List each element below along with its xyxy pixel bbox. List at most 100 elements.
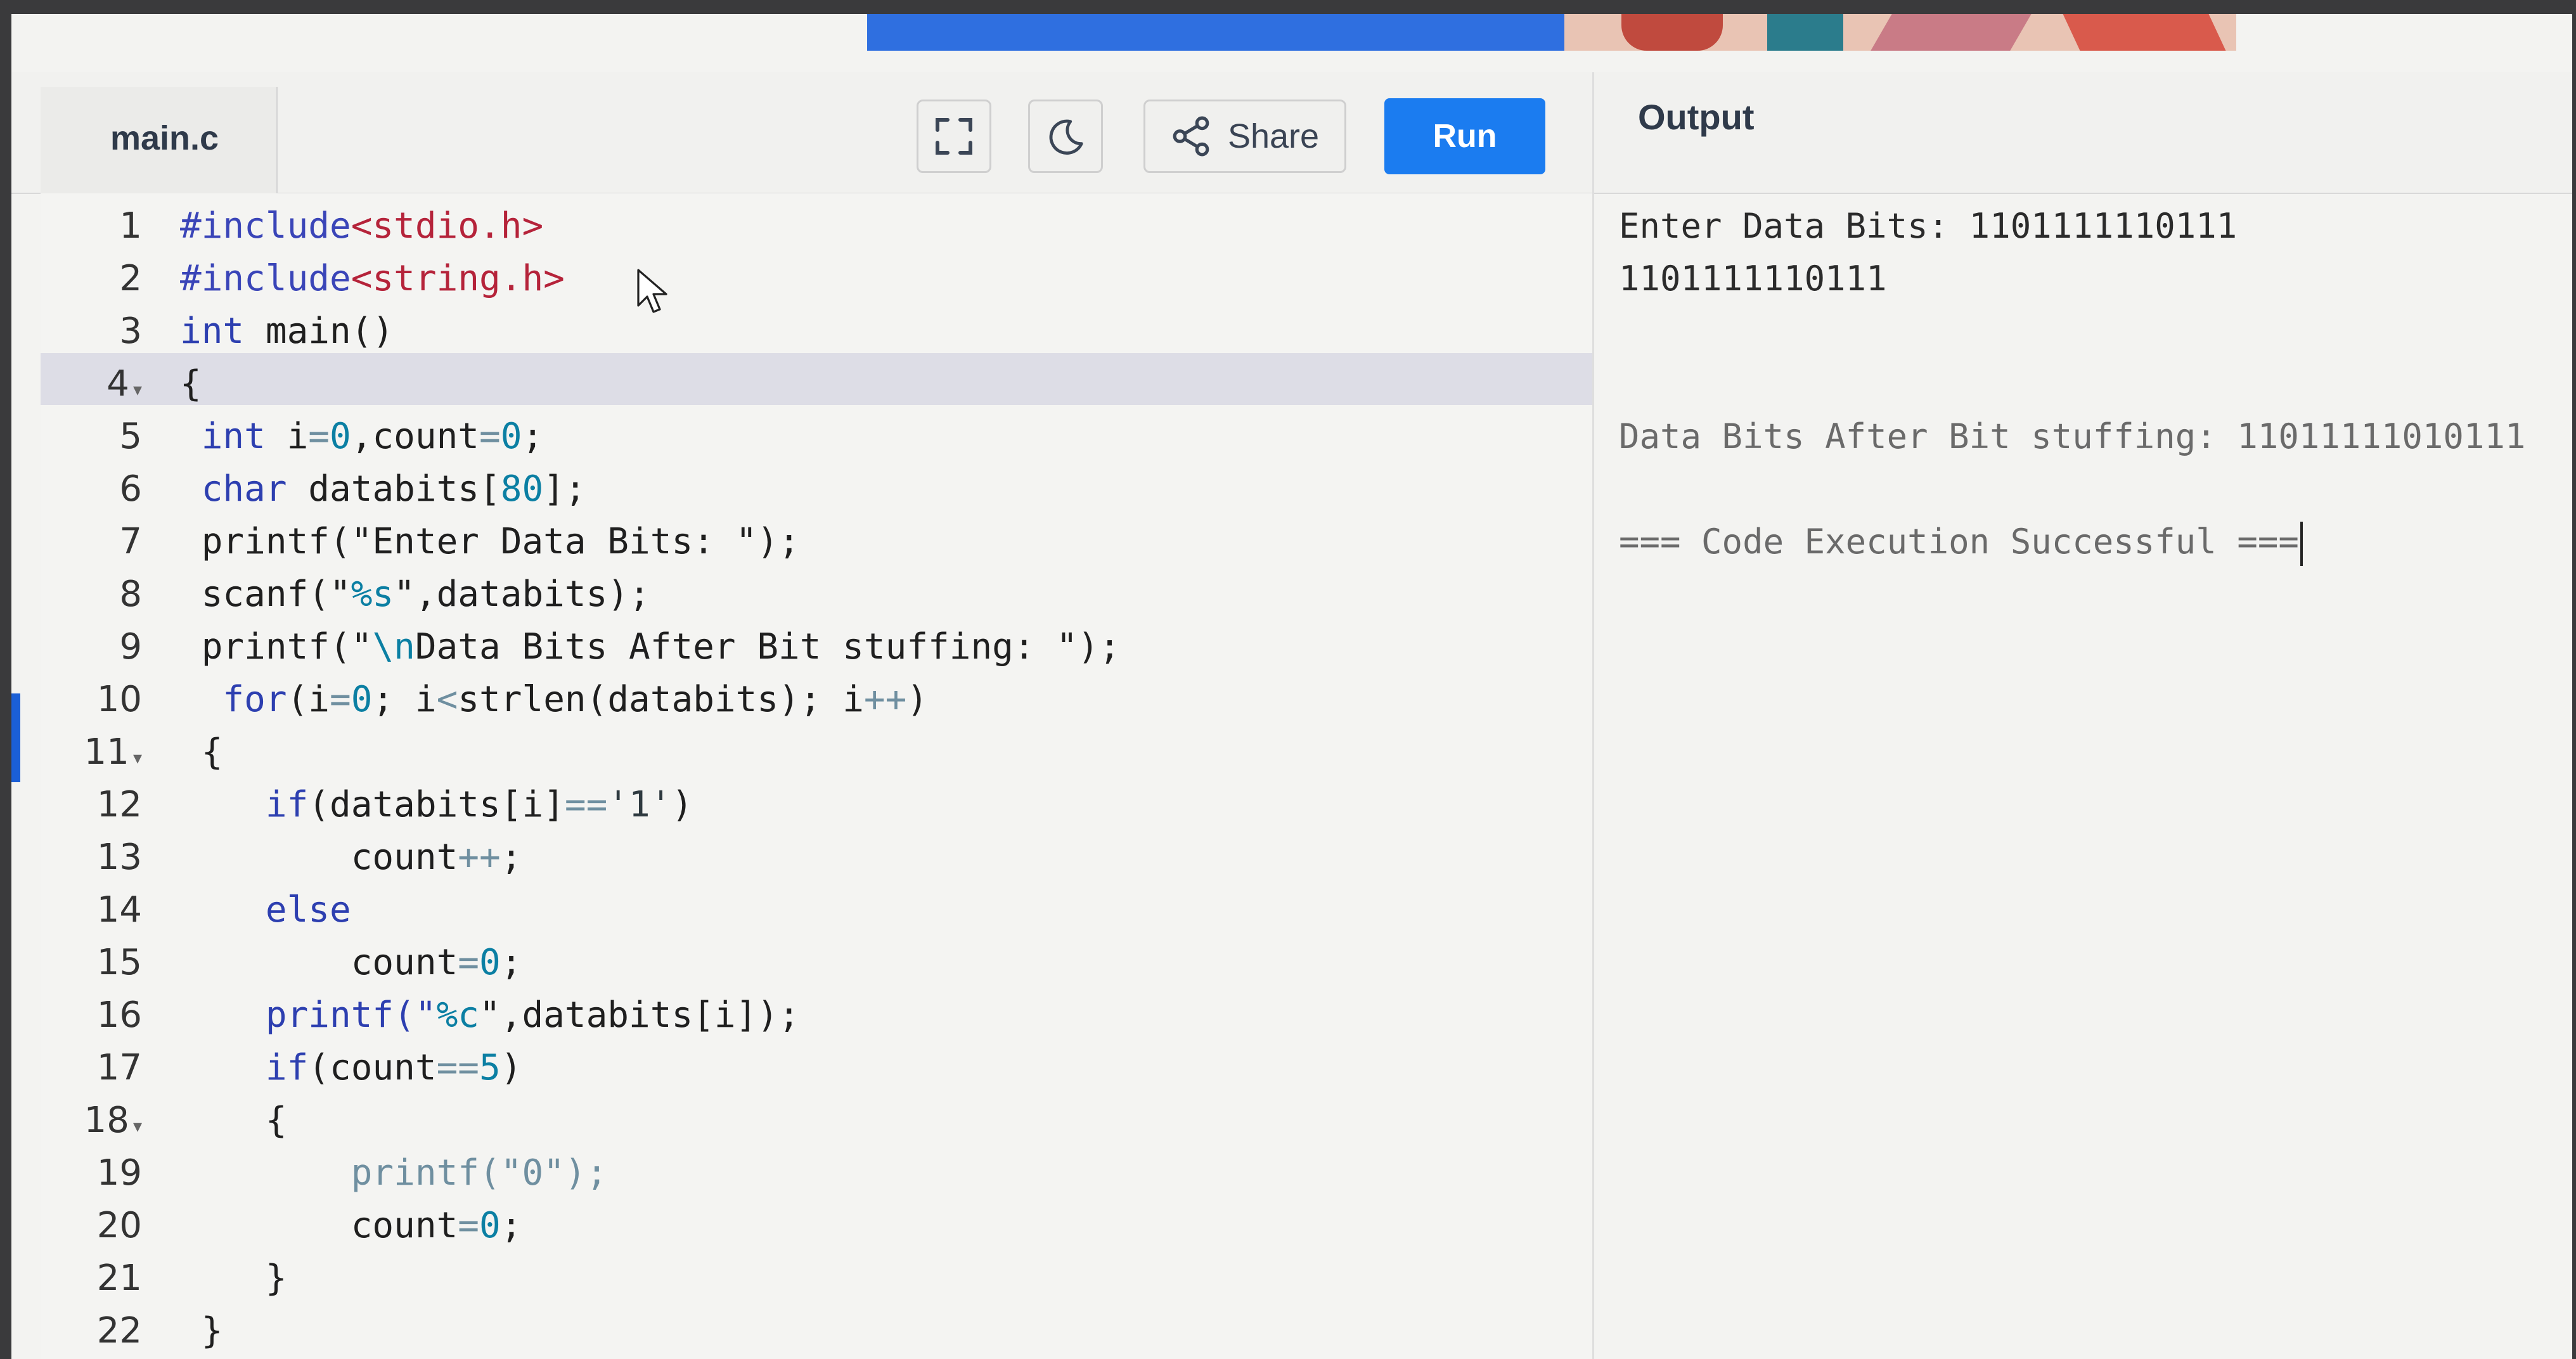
code-token: = bbox=[330, 679, 351, 720]
line-number-text: 4 bbox=[106, 363, 129, 404]
code-token: 0 bbox=[351, 679, 373, 720]
code-line[interactable]: printf("Enter Data Bits: "); bbox=[180, 515, 800, 568]
code-token: { bbox=[180, 1100, 287, 1141]
output-line: Enter Data Bits: 1101111110111 bbox=[1619, 206, 2238, 246]
output-line: 1101111110111 bbox=[1619, 259, 1887, 299]
code-line[interactable]: #include<string.h> bbox=[180, 252, 565, 305]
scroll-marker bbox=[11, 693, 20, 782]
line-number-text: 10 bbox=[96, 679, 142, 720]
code-token: for bbox=[180, 679, 287, 720]
line-number-text: 9 bbox=[119, 626, 142, 667]
code-token: ; bbox=[500, 837, 522, 878]
code-line[interactable]: printf("0"); bbox=[180, 1147, 608, 1199]
code-token: (databits[i] bbox=[308, 784, 565, 825]
line-number: 9 bbox=[41, 621, 142, 673]
line-number-text: 6 bbox=[119, 468, 142, 510]
code-line[interactable]: int i=0,count=0; bbox=[180, 410, 543, 463]
line-number: 21 bbox=[41, 1252, 142, 1304]
code-token: printf(" bbox=[180, 626, 373, 667]
code-token: if bbox=[180, 1047, 309, 1088]
fold-arrow-icon[interactable]: ▾ bbox=[133, 1116, 142, 1137]
code-line[interactable]: { bbox=[180, 1094, 287, 1147]
code-line[interactable]: count=0; bbox=[180, 1199, 522, 1252]
line-number: 7 bbox=[41, 515, 142, 568]
fold-arrow-icon[interactable]: ▾ bbox=[133, 747, 142, 768]
line-number: 2 bbox=[41, 252, 142, 305]
line-number-text: 22 bbox=[96, 1310, 142, 1351]
code-line[interactable]: for(i=0; i<strlen(databits); i++) bbox=[180, 673, 928, 726]
code-editor[interactable]: 1 2 3 4 ▾ 5 6 7 8 9 10 11 ▾ 12 13 14 15 16 17 18 ▾ 19 20 21 22 #… bbox=[41, 193, 1592, 1359]
line-number-text: 13 bbox=[96, 837, 142, 878]
banner-shape bbox=[1871, 14, 2032, 51]
theme-toggle-button[interactable] bbox=[1028, 100, 1103, 173]
banner-shape bbox=[2063, 14, 2226, 51]
code-token: { bbox=[180, 731, 223, 773]
line-number-text: 19 bbox=[96, 1152, 142, 1194]
code-token: scanf(" bbox=[180, 574, 351, 615]
code-line[interactable]: if(count==5) bbox=[180, 1041, 522, 1094]
code-line[interactable]: { bbox=[180, 726, 223, 778]
code-line[interactable]: else bbox=[180, 884, 351, 936]
ad-banner[interactable] bbox=[867, 14, 2236, 51]
code-line[interactable]: printf("\nData Bits After Bit stuffing: … bbox=[180, 621, 1121, 673]
fullscreen-button[interactable] bbox=[917, 100, 991, 173]
code-token: ",databits[i]); bbox=[479, 995, 800, 1036]
code-token: == bbox=[436, 1047, 480, 1088]
line-number: 1 bbox=[41, 200, 142, 252]
code-token: ) bbox=[671, 784, 693, 825]
line-number-text: 17 bbox=[96, 1047, 142, 1088]
code-line[interactable]: #include<stdio.h> bbox=[180, 200, 543, 252]
code-token: count bbox=[180, 1205, 458, 1246]
line-number-text: 20 bbox=[96, 1205, 142, 1246]
code-token: ) bbox=[500, 1047, 522, 1088]
file-tab-label: main.c bbox=[110, 119, 219, 157]
code-token: 0 bbox=[500, 416, 522, 457]
code-line[interactable]: scanf("%s",databits); bbox=[180, 568, 650, 621]
code-line[interactable]: count++; bbox=[180, 831, 522, 884]
line-number: 10 bbox=[41, 673, 142, 726]
code-token: { bbox=[180, 363, 202, 404]
line-number: 19 bbox=[41, 1147, 142, 1199]
pane-divider[interactable] bbox=[1592, 72, 1594, 1359]
code-line[interactable]: char databits[80]; bbox=[180, 463, 586, 515]
code-token: = bbox=[458, 942, 480, 983]
code-line[interactable]: count=0; bbox=[180, 936, 522, 989]
banner-shape bbox=[1621, 14, 1723, 51]
code-line[interactable]: printf("%c",databits[i]); bbox=[180, 989, 800, 1041]
line-number: 6 bbox=[41, 463, 142, 515]
code-line[interactable]: } bbox=[180, 1252, 287, 1304]
code-line[interactable]: { bbox=[180, 357, 202, 410]
output-title: Output bbox=[1638, 97, 1755, 137]
code-token: i bbox=[265, 416, 309, 457]
line-number: 12 bbox=[41, 778, 142, 831]
run-button[interactable]: Run bbox=[1384, 98, 1545, 174]
code-token: %s bbox=[351, 574, 394, 615]
line-number: 13 bbox=[41, 831, 142, 884]
code-token: = bbox=[308, 416, 330, 457]
code-token: ,count bbox=[351, 416, 480, 457]
line-number-text: 1 bbox=[119, 205, 142, 247]
code-token: == bbox=[564, 784, 608, 825]
line-number-text: 18 bbox=[84, 1100, 129, 1141]
code-token: int bbox=[180, 416, 266, 457]
mouse-pointer-icon bbox=[637, 269, 667, 313]
code-token: \n bbox=[372, 626, 415, 667]
line-number-text: 21 bbox=[96, 1258, 142, 1299]
code-line[interactable]: int main() bbox=[180, 305, 394, 357]
code-token: printf(" bbox=[180, 995, 437, 1036]
line-number: 18 ▾ bbox=[41, 1094, 142, 1147]
code-token: char bbox=[180, 468, 287, 510]
code-token: <string.h> bbox=[351, 258, 565, 299]
code-line[interactable]: if(databits[i]=='1') bbox=[180, 778, 693, 831]
share-button[interactable]: Share bbox=[1143, 100, 1346, 173]
code-token: ]; bbox=[543, 468, 586, 510]
line-number: 20 bbox=[41, 1199, 142, 1252]
line-number-text: 7 bbox=[119, 521, 142, 562]
code-line[interactable]: } bbox=[180, 1304, 223, 1357]
code-token: if bbox=[180, 784, 309, 825]
line-number-text: 5 bbox=[119, 416, 142, 457]
fold-arrow-icon[interactable]: ▾ bbox=[133, 379, 142, 400]
moon-icon bbox=[1049, 119, 1083, 155]
code-token: Data Bits After Bit stuffing: "); bbox=[415, 626, 1121, 667]
file-tab-main-c[interactable]: main.c bbox=[41, 87, 278, 193]
